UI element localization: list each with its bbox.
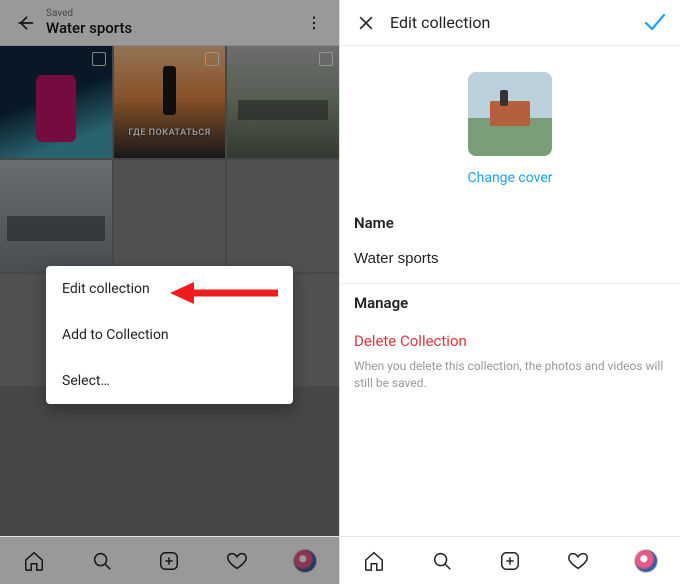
home-icon — [363, 550, 385, 572]
bottom-nav-right — [340, 536, 680, 584]
heart-icon — [226, 550, 248, 572]
manage-section-label: Manage — [340, 284, 680, 318]
menu-item-select[interactable]: Select… — [46, 358, 293, 404]
home-icon — [23, 550, 45, 572]
edit-collection-screen: Edit collection Change cover Name Manage… — [340, 0, 680, 584]
saved-label: Saved — [46, 9, 299, 19]
menu-item-edit-collection[interactable]: Edit collection — [46, 266, 293, 312]
nav-home[interactable] — [362, 549, 386, 573]
check-icon — [642, 11, 666, 35]
multi-select-icon — [319, 52, 333, 66]
delete-help-text: When you delete this collection, the pho… — [340, 358, 680, 392]
collection-title: Water sports — [46, 19, 299, 37]
cover-image[interactable] — [468, 72, 552, 156]
more-options-button[interactable] — [299, 14, 329, 32]
close-button[interactable] — [352, 13, 380, 33]
multi-select-icon — [205, 52, 219, 66]
photo-thumbnail[interactable] — [0, 160, 112, 272]
plus-square-icon — [158, 550, 180, 572]
plus-square-icon — [499, 550, 521, 572]
arrow-left-icon — [15, 13, 35, 33]
spacer — [340, 392, 680, 536]
photo-grid-area: ГДЕ ПОКАТАТЬСЯ Edit collection Add to Co… — [0, 46, 339, 536]
photo-thumbnail[interactable] — [114, 160, 226, 272]
photo-thumbnail[interactable] — [227, 46, 339, 158]
confirm-button[interactable] — [640, 11, 668, 35]
photo-thumbnail[interactable] — [0, 46, 112, 158]
thumbnail-caption: ГДЕ ПОКАТАТЬСЯ — [114, 128, 226, 138]
collection-name-input[interactable] — [340, 238, 680, 284]
nav-new-post[interactable] — [498, 549, 522, 573]
photo-thumbnail[interactable]: ГДЕ ПОКАТАТЬСЯ — [114, 46, 226, 158]
avatar-icon — [634, 549, 658, 573]
multi-select-icon — [92, 52, 106, 66]
nav-activity[interactable] — [225, 549, 249, 573]
more-vertical-icon — [305, 14, 323, 32]
header-titles: Saved Water sports — [40, 9, 299, 37]
options-menu: Edit collection Add to Collection Select… — [46, 266, 293, 404]
nav-profile[interactable] — [634, 549, 658, 573]
edit-header-title: Edit collection — [380, 13, 640, 32]
photo-thumbnail[interactable] — [227, 160, 339, 272]
change-cover-link[interactable]: Change cover — [340, 170, 680, 186]
nav-search[interactable] — [430, 549, 454, 573]
name-section-label: Name — [340, 204, 680, 238]
search-icon — [431, 550, 453, 572]
back-button[interactable] — [10, 13, 40, 33]
collection-header: Saved Water sports — [0, 0, 339, 46]
cover-section: Change cover — [340, 46, 680, 204]
nav-activity[interactable] — [566, 549, 590, 573]
edit-header: Edit collection — [340, 0, 680, 46]
avatar-icon — [293, 549, 317, 573]
nav-search[interactable] — [90, 549, 114, 573]
nav-profile[interactable] — [293, 549, 317, 573]
delete-collection-link[interactable]: Delete Collection — [340, 318, 680, 358]
search-icon — [91, 550, 113, 572]
close-icon — [356, 13, 376, 33]
nav-new-post[interactable] — [157, 549, 181, 573]
heart-icon — [567, 550, 589, 572]
nav-home[interactable] — [22, 549, 46, 573]
collection-view-screen: Saved Water sports ГДЕ ПОКАТАТЬСЯ — [0, 0, 340, 584]
bottom-nav-left — [0, 536, 339, 584]
menu-item-add-to-collection[interactable]: Add to Collection — [46, 312, 293, 358]
